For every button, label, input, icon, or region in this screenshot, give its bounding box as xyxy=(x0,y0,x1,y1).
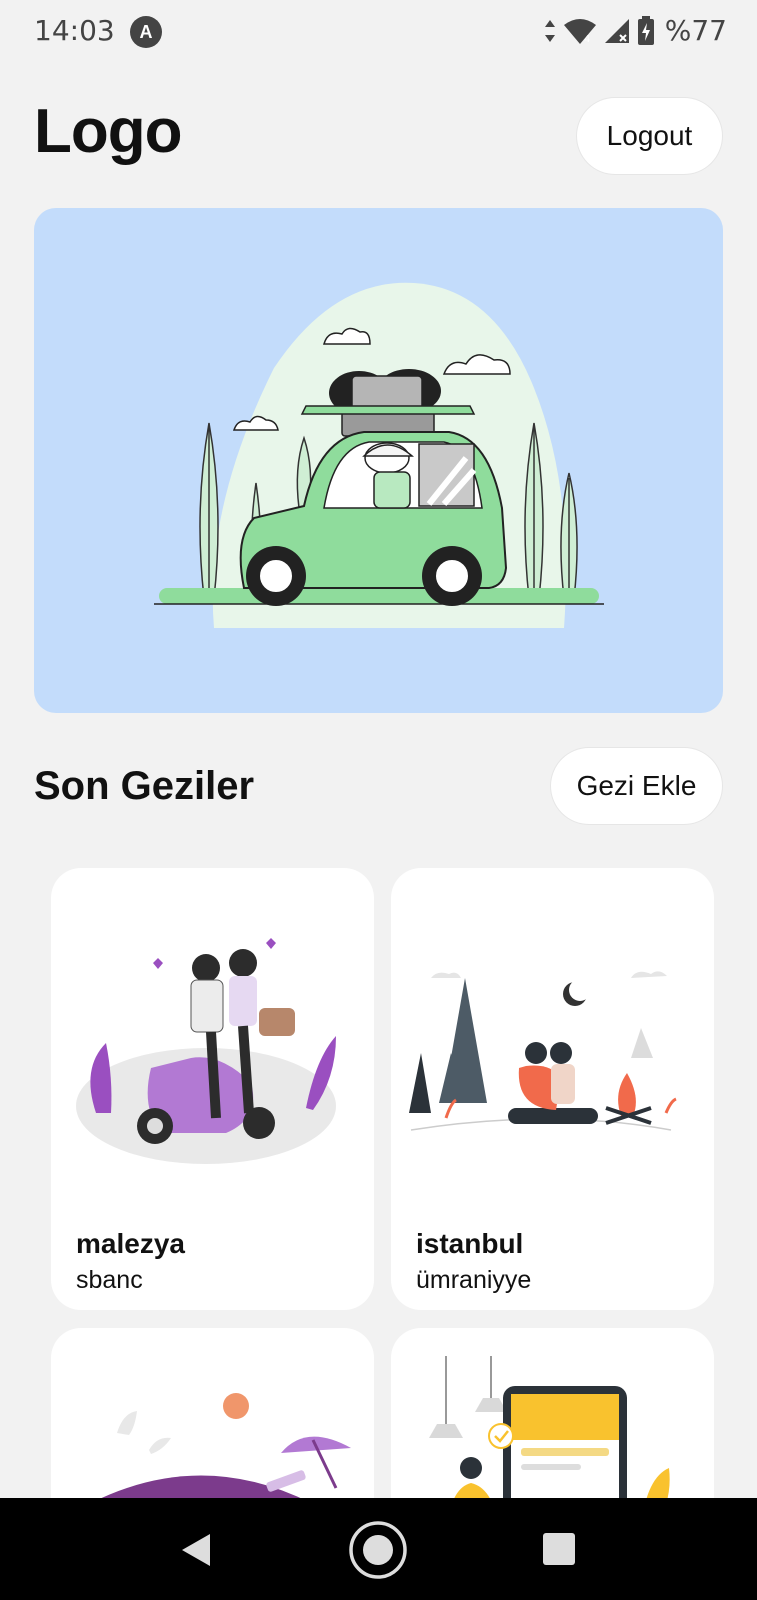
hero-banner xyxy=(34,208,723,713)
logout-button[interactable]: Logout xyxy=(577,98,722,174)
system-nav-bar xyxy=(0,1498,757,1600)
app-notification-icon: A xyxy=(130,16,162,48)
battery-percent: %77 xyxy=(664,14,727,47)
trip-title: istanbul xyxy=(416,1228,524,1259)
status-time: 14:03 xyxy=(34,14,115,47)
trip-title: malezya xyxy=(76,1228,185,1259)
trip-subtitle: ümraniyye xyxy=(416,1266,532,1294)
signal-icon xyxy=(604,18,629,43)
scooter-couple-illustration xyxy=(76,938,336,1164)
app-logo: Logo xyxy=(34,97,182,166)
status-bar: 14:03 A 4 %77 xyxy=(0,0,757,66)
recents-icon[interactable] xyxy=(543,1533,575,1565)
travel-car-illustration xyxy=(154,282,604,628)
home-icon[interactable] xyxy=(348,1520,408,1580)
trip-card[interactable]: malezya sbanc xyxy=(51,868,374,1310)
battery-icon xyxy=(637,15,654,45)
data-arrows-icon xyxy=(544,19,555,42)
network-badge: 4 xyxy=(584,34,590,45)
status-icons: 4 %77 xyxy=(543,14,727,47)
trip-card[interactable]: istanbul ümraniyye xyxy=(391,868,714,1310)
wifi-icon: 4 xyxy=(563,18,596,45)
section-title: Son Geziler xyxy=(34,764,255,808)
camping-couple-illustration xyxy=(409,971,677,1131)
trip-subtitle: sbanc xyxy=(76,1266,143,1294)
add-trip-button[interactable]: Gezi Ekle xyxy=(551,748,722,824)
back-icon[interactable] xyxy=(178,1532,214,1568)
